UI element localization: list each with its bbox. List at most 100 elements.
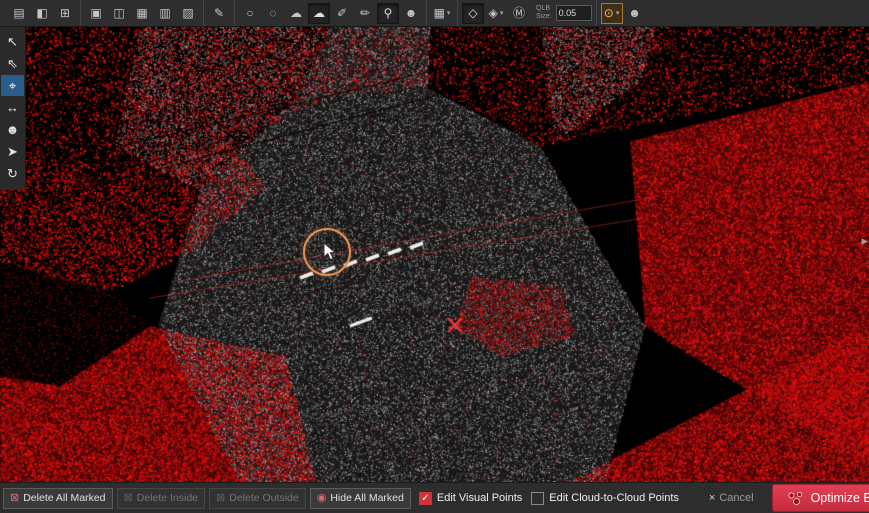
icon-glyph: ▨ <box>182 7 193 19</box>
button-label: Hide All Marked <box>330 492 404 504</box>
icon-glyph: ⊞ <box>60 7 70 19</box>
toolbar-group-capture: ▤ ◧ ⊞ <box>4 0 81 26</box>
delete-all-marked-button[interactable]: ⊠ Delete All Marked <box>3 488 113 509</box>
marker-pen-icon[interactable]: ✎ <box>208 3 230 24</box>
bundle-points-icon <box>787 491 804 506</box>
top-toolbar: ▤ ◧ ⊞ ▣ <box>0 0 869 27</box>
icon-glyph: Ⓜ <box>513 7 525 19</box>
button-icon: ⊠ <box>10 493 19 504</box>
optimize-bundle-button[interactable]: Optimize Bundle <box>772 484 869 512</box>
location-pin-icon[interactable]: ⚲ <box>377 3 399 24</box>
icon-glyph: ☻ <box>628 7 641 19</box>
point-cloud-viewport[interactable]: ↖ ⇖ ⌖ ↔ ☻ ➤ <box>0 26 869 483</box>
icon-glyph: ◧ <box>36 7 47 19</box>
cube-gizmo-icon[interactable]: ◈ ▾ <box>485 3 507 24</box>
person-view-tool[interactable]: ☻ <box>1 119 24 140</box>
checkbox-label: Edit Cloud-to-Cloud Points <box>549 492 679 504</box>
edit-visual-points-checkbox[interactable]: ✓ Edit Visual Points <box>419 492 522 505</box>
button-label: Delete Inside <box>137 492 198 504</box>
marked-actions: ⊠ Delete All Marked ⊠ Delete Inside ⊠ De… <box>3 488 411 509</box>
toolbar-group-views: ▣ ◫ ▦ ▥ ▨ <box>81 0 204 26</box>
cube-m-icon[interactable]: Ⓜ <box>508 3 530 24</box>
frame-view-icon[interactable]: ◧ <box>31 3 53 24</box>
point-cloud-canvas[interactable] <box>0 26 869 483</box>
tool-icon-glyph: ↔ <box>6 100 19 115</box>
left-tool-palette: ↖ ⇖ ⌖ ↔ ☻ ➤ <box>0 26 26 190</box>
caret-icon: ▾ <box>500 9 504 17</box>
icon-glyph: ◌ <box>269 7 276 19</box>
tool-icon-glyph: ☻ <box>6 122 20 137</box>
edit-options: ✓ Edit Visual Points Edit Cloud-to-Cloud… <box>419 492 688 505</box>
icon-glyph: ▤ <box>13 7 24 19</box>
right-panel-expander[interactable]: ▸ <box>861 234 868 247</box>
gallery-view-icon[interactable]: ▨ <box>177 3 199 24</box>
view-layout-dropdown[interactable]: ▦ ▾ <box>431 3 453 24</box>
button-icon: ⊠ <box>216 493 225 504</box>
add-person-icon[interactable]: ☻ <box>400 3 422 24</box>
icon-glyph: ◫ <box>113 7 124 19</box>
eyedropper-icon[interactable]: ✐ <box>331 3 353 24</box>
icon-glyph: ▦ <box>434 7 445 19</box>
thumbnail-view-icon[interactable]: ▥ <box>154 3 176 24</box>
icon-glyph: ⊙ <box>604 7 614 19</box>
icon-glyph: ⚲ <box>384 7 393 19</box>
move-tool[interactable]: ⌖ <box>1 75 24 96</box>
icon-glyph: ☁ <box>290 7 302 19</box>
tool-icon-glyph: ⌖ <box>9 78 16 94</box>
qlb-label-line1: QLB <box>536 5 552 13</box>
camera-icon[interactable]: ▣ <box>85 3 107 24</box>
orbit-tool[interactable]: ↻ <box>1 163 24 184</box>
cloud-points-icon[interactable]: ☁ <box>285 3 307 24</box>
checkbox-box[interactable]: ✓ <box>419 492 432 505</box>
select-box-tool[interactable]: ⇖ <box>1 53 24 74</box>
grid-view-icon[interactable]: ▦ <box>131 3 153 24</box>
icon-glyph: ◇ <box>468 7 477 19</box>
caret-icon: ▾ <box>447 9 451 17</box>
icon-glyph: ▣ <box>90 7 101 19</box>
toolbar-group-layout: ▦ ▾ <box>427 0 458 26</box>
circle-select-icon[interactable]: ○ <box>239 3 261 24</box>
optimize-label: Optimize Bundle <box>811 491 869 505</box>
delete-inside-button[interactable]: ⊠ Delete Inside <box>117 488 206 509</box>
hide-all-marked-button[interactable]: ◉ Hide All Marked <box>310 488 411 509</box>
icon-glyph: ✐ <box>337 7 347 19</box>
cancel-label: Cancel <box>719 492 753 504</box>
tool-icon-glyph: ↖ <box>7 34 18 50</box>
icon-glyph: ✎ <box>214 7 224 19</box>
select-tool[interactable]: ↖ <box>1 31 24 52</box>
toolbar-group-marking: ○ ◌ ☁ ☁ ✐ <box>235 0 427 26</box>
app-window: ▤ ◧ ⊞ ▣ <box>0 0 869 513</box>
checkbox-tick: ✓ <box>421 493 429 504</box>
highlight-select-icon[interactable]: ⊙ ▾ <box>601 3 623 24</box>
photo-icon[interactable]: ▤ <box>8 3 30 24</box>
caret-icon: ▾ <box>616 9 620 17</box>
button-icon: ◉ <box>317 493 327 504</box>
checkbox-box[interactable] <box>531 492 544 505</box>
icon-glyph: ◈ <box>489 7 498 19</box>
checkbox-label: Edit Visual Points <box>437 492 522 504</box>
toolbar-group-pen: ✎ <box>204 0 235 26</box>
icon-glyph: ○ <box>246 7 253 19</box>
cancel-button[interactable]: × Cancel <box>703 491 760 505</box>
mouse-cursor <box>323 242 337 262</box>
cloud-marked-icon[interactable]: ☁ <box>308 3 330 24</box>
person-icon[interactable]: ☻ <box>624 3 646 24</box>
bottom-action-bar: ⊠ Delete All Marked ⊠ Delete Inside ⊠ De… <box>0 482 869 513</box>
edit-points-icon[interactable]: ✏ <box>354 3 376 24</box>
qlb-label-line2: Size: <box>536 13 552 21</box>
ellipse-select-icon[interactable]: ◌ <box>262 3 284 24</box>
zoom-window-icon[interactable]: ⊞ <box>54 3 76 24</box>
close-icon: × <box>709 493 715 504</box>
qlb-size-input[interactable] <box>556 5 592 21</box>
split-view-icon[interactable]: ◫ <box>108 3 130 24</box>
icon-glyph: ▥ <box>159 7 170 19</box>
cube-view-icon[interactable]: ◇ <box>462 3 484 24</box>
edit-cloud-to-cloud-checkbox[interactable]: Edit Cloud-to-Cloud Points <box>531 492 679 505</box>
navigate-tool[interactable]: ➤ <box>1 141 24 162</box>
tool-icon-glyph: ↻ <box>7 166 18 182</box>
toolbar-group-3d: ◇ ◈ ▾ Ⓜ QLB Size: <box>458 0 597 26</box>
icon-glyph: ✏ <box>360 7 370 19</box>
button-icon: ⊠ <box>124 493 133 504</box>
measure-tool[interactable]: ↔ <box>1 97 24 118</box>
delete-outside-button[interactable]: ⊠ Delete Outside <box>209 488 306 509</box>
